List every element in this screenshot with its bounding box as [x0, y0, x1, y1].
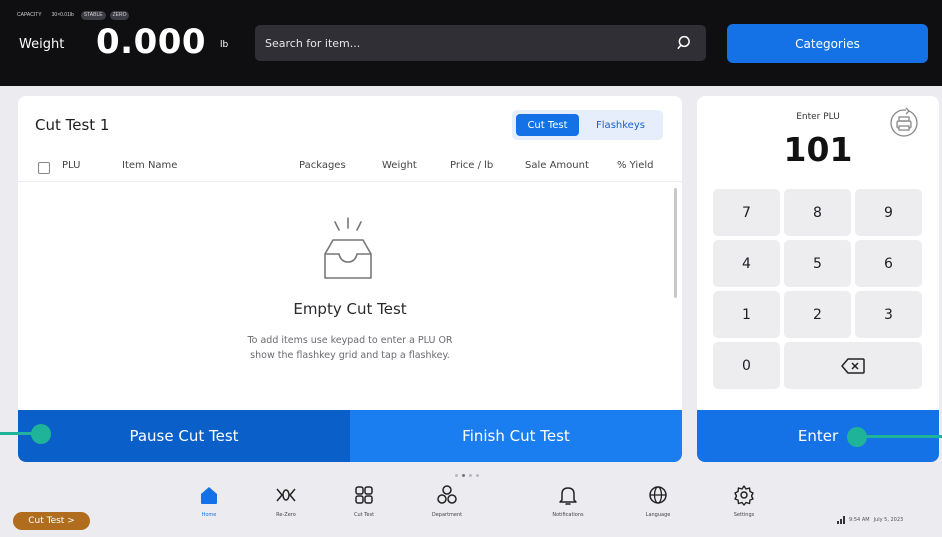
select-all-checkbox[interactable]	[38, 162, 50, 174]
nav-settings[interactable]: Settings	[714, 484, 774, 518]
scale-status-tags: CAPACITY 30×0.01lb STABLE ZERO	[14, 11, 130, 20]
clock-date: July 5, 2023	[873, 517, 904, 523]
pause-cut-test-button[interactable]: Pause Cut Test	[18, 410, 350, 462]
view-toggle: Cut Test Flashkeys	[512, 110, 663, 140]
nav-department-label: Department	[431, 512, 463, 518]
right-drag-handle-overlay[interactable]	[847, 427, 867, 447]
nav-rezero[interactable]: Re-Zero	[256, 484, 316, 518]
left-drag-handle[interactable]	[31, 424, 51, 444]
nav-notifications[interactable]: Notifications	[538, 484, 598, 518]
key-0[interactable]: 0	[713, 342, 780, 389]
key-5[interactable]: 5	[784, 240, 851, 287]
nav-notifications-label: Notifications	[552, 512, 584, 518]
search-box[interactable]	[255, 25, 706, 61]
toggle-flashkeys[interactable]: Flashkeys	[582, 114, 659, 136]
col-packages: Packages	[299, 160, 346, 171]
search-icon[interactable]	[676, 34, 694, 52]
page-dot-active	[462, 474, 465, 477]
page-indicator	[455, 474, 479, 477]
status-capacity-label: CAPACITY	[17, 12, 42, 18]
nav-settings-label: Settings	[733, 512, 755, 518]
empty-tray-icon	[324, 217, 372, 279]
cut-test-title: Cut Test 1	[35, 116, 110, 134]
globe-icon	[649, 486, 667, 504]
backspace-icon	[841, 357, 865, 374]
grid-icon	[355, 486, 373, 504]
rezero-icon	[276, 488, 296, 502]
key-1[interactable]: 1	[713, 291, 780, 338]
finish-cut-test-button[interactable]: Finish Cut Test	[350, 410, 682, 462]
gear-icon	[734, 485, 754, 506]
print-refresh-icon[interactable]	[887, 106, 921, 140]
key-8[interactable]: 8	[784, 189, 851, 236]
nav-home-label: Home	[201, 512, 217, 518]
breadcrumb-chip[interactable]: Cut Test >	[13, 512, 90, 530]
signal-icon	[837, 516, 845, 524]
right-handle-line-overlay	[860, 435, 942, 438]
cut-test-panel: Cut Test 1 Cut Test Flashkeys PLU Item N…	[18, 96, 682, 462]
status-capacity-value: 30×0.01lb	[51, 12, 74, 18]
weight-label: Weight	[19, 37, 65, 52]
col-price-per-lb: Price / lb	[450, 160, 494, 171]
nav-cut-test[interactable]: Cut Test	[334, 484, 394, 518]
key-3[interactable]: 3	[855, 291, 922, 338]
table-scrollbar[interactable]	[674, 188, 677, 298]
nav-rezero-label: Re-Zero	[276, 512, 296, 518]
nav-department[interactable]: Department	[417, 484, 477, 518]
weight-unit: lb	[220, 40, 229, 50]
key-4[interactable]: 4	[713, 240, 780, 287]
page-dot	[476, 474, 479, 477]
key-2[interactable]: 2	[784, 291, 851, 338]
nav-language[interactable]: Language	[628, 484, 688, 518]
keypad-panel: Enter PLU 101 7 8 9 4 5 6 1 2 3 0	[697, 96, 939, 462]
backspace-key[interactable]	[784, 342, 922, 389]
search-input[interactable]	[265, 25, 665, 61]
home-icon	[201, 487, 217, 504]
top-bar: CAPACITY 30×0.01lb STABLE ZERO Weight 0.…	[0, 0, 942, 86]
page-dot	[469, 474, 472, 477]
nav-cut-test-label: Cut Test	[353, 512, 375, 518]
status-stable-badge: STABLE	[80, 11, 106, 20]
clock-time: 9:54 AM	[849, 517, 870, 523]
table-header: PLU Item Name Packages Weight Price / lb…	[18, 154, 682, 182]
nav-language-label: Language	[645, 512, 671, 518]
empty-state-title: Empty Cut Test	[293, 300, 407, 318]
col-plu: PLU	[62, 160, 81, 171]
empty-state-description: To add items use keypad to enter a PLU O…	[247, 335, 453, 361]
status-area: 9:54 AM July 5, 2023	[837, 516, 903, 524]
key-9[interactable]: 9	[855, 189, 922, 236]
col-sale-amount: Sale Amount	[525, 160, 589, 171]
department-icon	[437, 485, 457, 504]
categories-button[interactable]: Categories	[727, 24, 928, 63]
toggle-cut-test[interactable]: Cut Test	[516, 114, 579, 136]
page-dot	[455, 474, 458, 477]
key-7[interactable]: 7	[713, 189, 780, 236]
col-weight: Weight	[382, 160, 417, 171]
key-6[interactable]: 6	[855, 240, 922, 287]
bell-icon	[559, 487, 577, 505]
nav-home[interactable]: Home	[179, 484, 239, 518]
weight-value: 0.000	[96, 22, 207, 62]
col-yield: % Yield	[617, 160, 654, 171]
status-zero-badge: ZERO	[109, 11, 130, 20]
col-item-name: Item Name	[122, 160, 178, 171]
